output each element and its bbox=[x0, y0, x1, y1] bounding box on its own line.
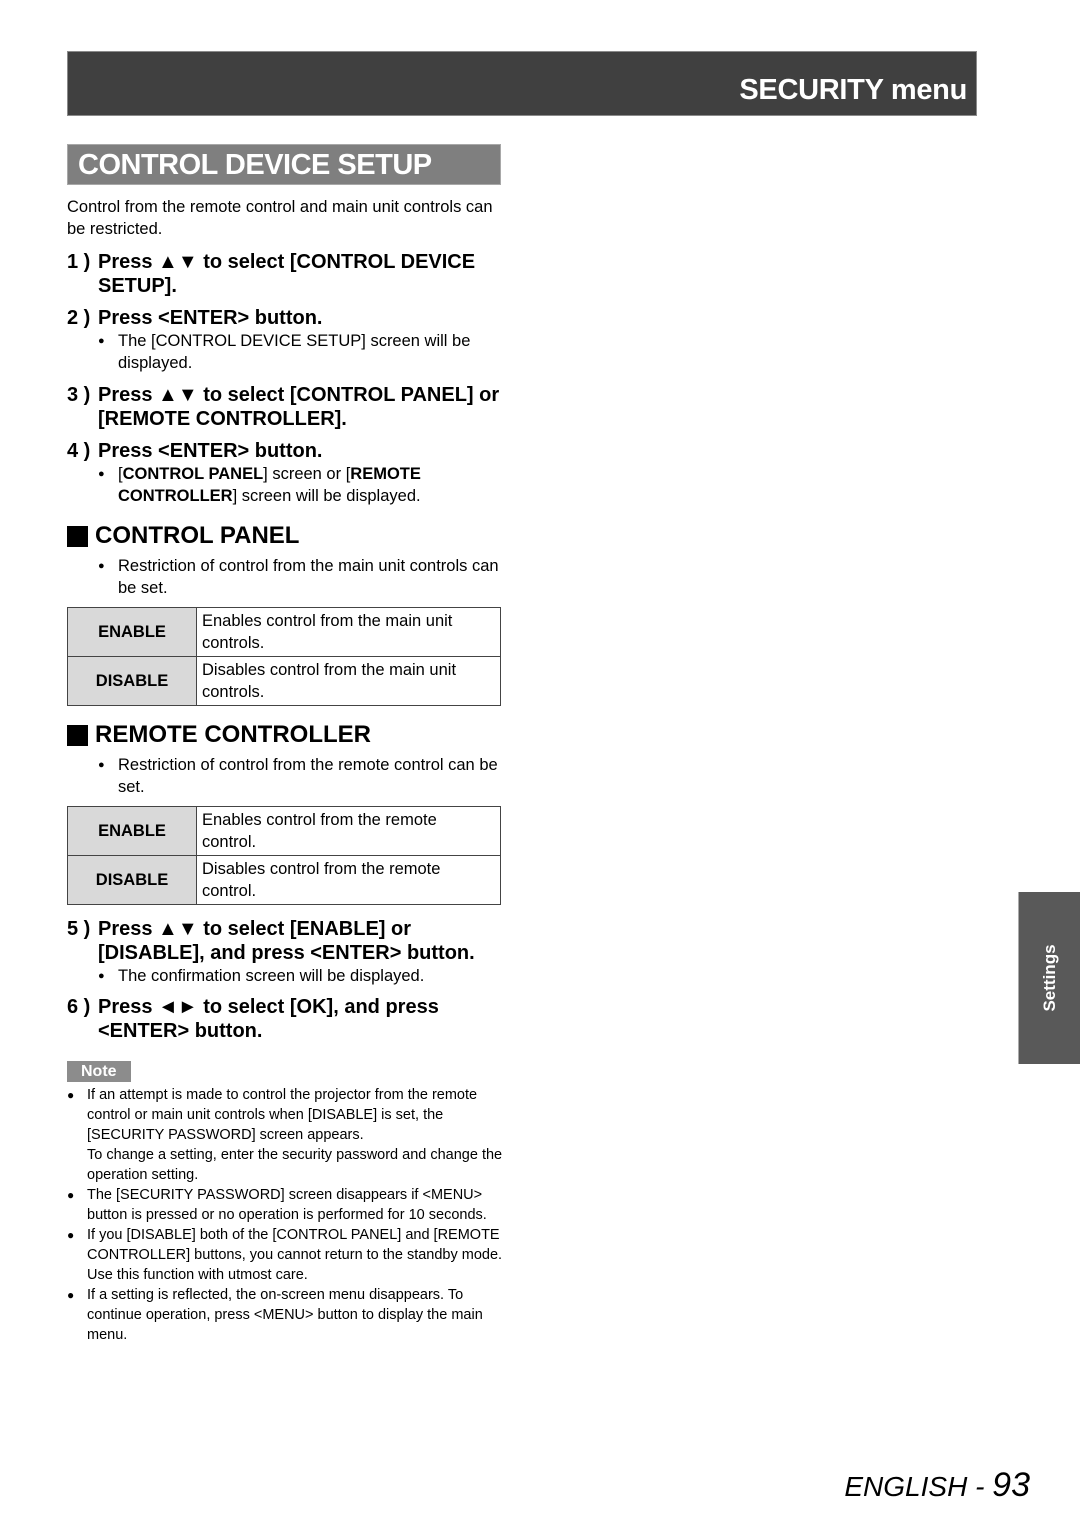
step-2: 2 ) Press <ENTER> button. bbox=[67, 307, 323, 329]
note-item: ● If a setting is reflected, the on-scre… bbox=[67, 1287, 483, 1343]
note-item: ● The [SECURITY PASSWORD] screen disappe… bbox=[67, 1187, 487, 1223]
bullet-icon: ● bbox=[98, 560, 105, 572]
step-1: 1 ) Press ▲▼ to select [CONTROL DEVICE S… bbox=[67, 251, 476, 297]
step-2-bullet: ● The [CONTROL DEVICE SETUP] screen will… bbox=[98, 332, 471, 372]
bullet-icon: ● bbox=[67, 1188, 75, 1202]
bullet-icon: ● bbox=[98, 759, 105, 771]
note-item: ● If an attempt is made to control the p… bbox=[67, 1087, 503, 1183]
remote-controller-options-table: ENABLE Enables control from the remote c… bbox=[67, 806, 501, 905]
square-bullet-icon bbox=[67, 724, 88, 746]
table-row: DISABLE Disables control from the main u… bbox=[67, 656, 501, 706]
note-item: ● If you [DISABLE] both of the [CONTROL … bbox=[67, 1227, 503, 1283]
control-panel-heading: CONTROL PANEL bbox=[67, 521, 507, 551]
square-bullet-icon bbox=[67, 525, 88, 547]
step-3: 3 ) Press ▲▼ to select [CONTROL PANEL] o… bbox=[67, 384, 500, 430]
option-desc: Disables control from the main unit cont… bbox=[196, 656, 501, 706]
note-list: ● If an attempt is made to control the p… bbox=[67, 1085, 507, 1345]
table-row: ENABLE Enables control from the remote c… bbox=[67, 806, 501, 856]
page-number: 93 bbox=[992, 1466, 1030, 1504]
intro-text: Control from the remote control and main… bbox=[67, 198, 493, 238]
side-tab-settings[interactable]: Settings bbox=[1018, 892, 1080, 1064]
step-5-bullet: ● The confirmation screen will be displa… bbox=[98, 967, 425, 985]
control-panel-options-table: ENABLE Enables control from the main uni… bbox=[67, 607, 501, 706]
bullet-icon: ● bbox=[67, 1088, 75, 1102]
step-6: 6 ) Press ◄► to select [OK], and press <… bbox=[67, 996, 439, 1042]
table-row: DISABLE Disables control from the remote… bbox=[67, 855, 501, 905]
bullet-icon: ● bbox=[98, 468, 105, 480]
header-bar: SECURITY menu bbox=[67, 51, 977, 116]
side-tab-label: Settings bbox=[1039, 944, 1059, 1012]
table-row: ENABLE Enables control from the main uni… bbox=[67, 607, 501, 657]
footer-language: ENGLISH - bbox=[844, 1471, 993, 1502]
option-desc: Enables control from the main unit contr… bbox=[196, 607, 501, 657]
note-badge: Note bbox=[67, 1061, 131, 1082]
option-key: DISABLE bbox=[67, 656, 197, 706]
option-key: ENABLE bbox=[67, 607, 197, 657]
remote-controller-heading: REMOTE CONTROLLER bbox=[67, 720, 507, 750]
step-5: 5 ) Press ▲▼ to select [ENABLE] or [DISA… bbox=[67, 918, 475, 964]
option-desc: Enables control from the remote control. bbox=[196, 806, 501, 856]
section-title: CONTROL DEVICE SETUP bbox=[67, 144, 501, 185]
page-footer: ENGLISH - 93 bbox=[844, 1466, 1030, 1505]
remote-controller-bullet: ● Restriction of control from the remote… bbox=[98, 756, 498, 796]
option-desc: Disables control from the remote control… bbox=[196, 855, 501, 905]
bullet-icon: ● bbox=[98, 335, 105, 347]
content-column: Control from the remote control and main… bbox=[67, 196, 507, 1345]
header-title: SECURITY menu bbox=[739, 74, 967, 106]
option-key: DISABLE bbox=[67, 855, 197, 905]
step-4-bullet: ● [CONTROL PANEL] screen or [REMOTE CONT… bbox=[98, 465, 421, 505]
option-key: ENABLE bbox=[67, 806, 197, 856]
step-4: 4 ) Press <ENTER> button. bbox=[67, 440, 323, 462]
bullet-icon: ● bbox=[67, 1288, 75, 1302]
bullet-icon: ● bbox=[67, 1228, 75, 1242]
bullet-icon: ● bbox=[98, 970, 105, 982]
control-panel-bullet: ● Restriction of control from the main u… bbox=[98, 557, 499, 597]
